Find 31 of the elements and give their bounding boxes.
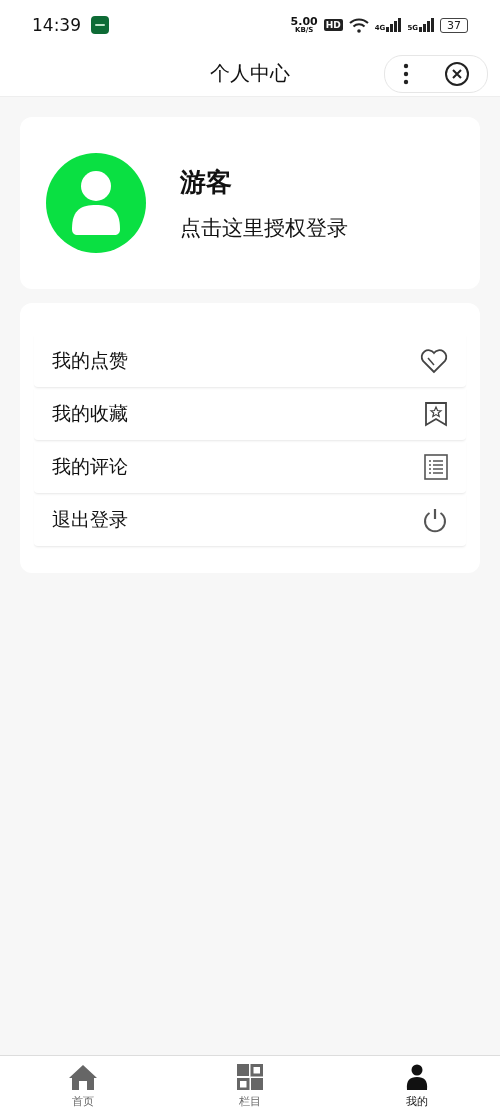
user-name: 游客 — [180, 165, 233, 199]
list-icon — [424, 454, 448, 480]
login-link[interactable]: 点击这里授权登录 — [180, 213, 348, 242]
heart-icon — [420, 348, 448, 374]
tab-item[interactable]: 栏目 — [166, 1056, 334, 1116]
wifi-icon — [348, 17, 369, 33]
menu-label: 我的评论 — [52, 454, 128, 479]
app-icon — [91, 16, 109, 34]
menu-item[interactable]: 我的评论 — [34, 441, 466, 494]
menu-label: 我的收藏 — [52, 401, 128, 426]
hd-badge: HD — [323, 19, 343, 31]
close-icon[interactable] — [443, 61, 470, 87]
bookmark-icon — [424, 401, 448, 427]
tab-label: 首页 — [72, 1093, 95, 1109]
menu-item[interactable]: 我的点赞 — [34, 335, 466, 388]
tab-item[interactable]: 首页 — [0, 1056, 167, 1116]
menu-label: 退出登录 — [52, 507, 128, 532]
tab-label: 栏目 — [239, 1093, 261, 1109]
page-title: 个人中心 — [210, 59, 290, 87]
menu-item[interactable]: 退出登录 — [34, 494, 466, 547]
battery-level: 37 — [440, 17, 468, 33]
more-icon[interactable] — [402, 63, 409, 85]
grid-icon — [237, 1063, 263, 1090]
tab-label: 我的 — [405, 1093, 428, 1109]
tab-item[interactable]: 我的 — [333, 1056, 500, 1116]
network-speed: 5.00 — [290, 16, 318, 27]
menu-item[interactable]: 我的收藏 — [34, 388, 466, 441]
home-icon — [68, 1063, 99, 1090]
power-icon — [422, 507, 448, 533]
menu-label: 我的点赞 — [52, 348, 128, 373]
clock: 14:39 — [32, 15, 81, 35]
